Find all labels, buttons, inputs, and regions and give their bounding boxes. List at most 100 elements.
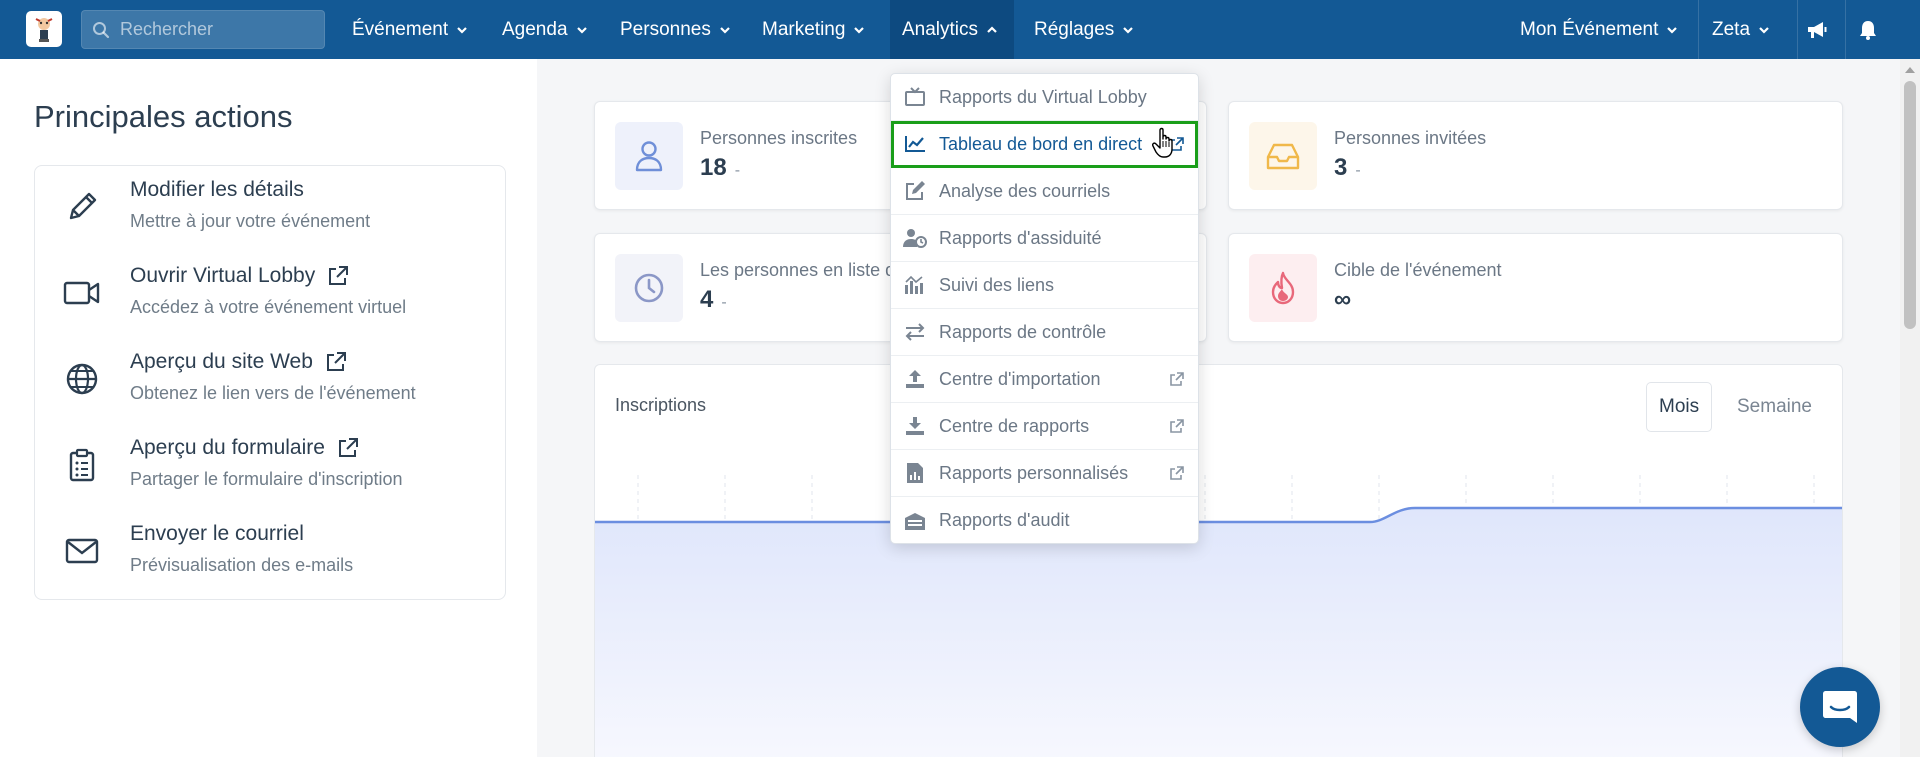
toggle-week[interactable]: Semaine <box>1725 382 1824 432</box>
search-input[interactable] <box>120 19 310 40</box>
menu-item-custom-reports[interactable]: Rapports personnalisés <box>891 450 1198 497</box>
toggle-month[interactable]: Mois <box>1646 382 1713 432</box>
stat-card-target[interactable]: Cible de l'événement ∞ <box>1228 233 1843 342</box>
nav-marketing-label: Marketing <box>762 18 846 40</box>
file-chart-icon <box>903 461 927 485</box>
archive-icon <box>903 509 927 533</box>
chart-area <box>595 508 1842 757</box>
app-logo[interactable] <box>26 11 62 47</box>
action-open-virtual-lobby[interactable]: Ouvrir Virtual Lobby Accédez à votre évé… <box>35 252 505 338</box>
chevron-down-icon <box>576 26 587 34</box>
action-website-preview[interactable]: Aperçu du site Web Obtenez le lien vers … <box>35 338 505 424</box>
page-scrollbar[interactable] <box>1900 59 1920 757</box>
menu-item-reports-center[interactable]: Centre de rapports <box>891 403 1198 450</box>
nav-reglages[interactable]: Réglages <box>1022 0 1146 59</box>
nav-evenement[interactable]: Événement <box>340 0 480 59</box>
event-selector[interactable]: Mon Événement <box>1508 0 1690 59</box>
menu-item-label: Rapports de contrôle <box>939 321 1107 342</box>
stat-value: 18 <box>700 154 727 181</box>
menu-item-audit-reports[interactable]: Rapports d'audit <box>891 497 1198 544</box>
menu-item-label: Rapports d'audit <box>939 510 1070 530</box>
notifications-button[interactable] <box>1848 0 1888 59</box>
nav-analytics[interactable]: Analytics <box>890 0 1014 59</box>
pencil-icon <box>63 188 101 226</box>
dashboard-main: Personnes inscrites 18- Personnes invité… <box>537 59 1900 757</box>
chat-icon <box>1823 691 1857 723</box>
menu-item-label: Tableau de bord en direct <box>939 133 1143 154</box>
external-link-icon <box>1170 372 1184 386</box>
clock-icon <box>615 254 683 322</box>
registrations-chart <box>595 475 1842 757</box>
menu-item-label: Rapports d'assiduité <box>939 227 1102 248</box>
logo-icon <box>35 18 53 42</box>
chevron-down-icon <box>1667 26 1678 34</box>
action-title: Aperçu du site Web <box>130 350 313 373</box>
action-title: Envoyer le courriel <box>130 522 304 545</box>
action-subtitle: Partager le formulaire d'inscription <box>130 469 403 489</box>
video-icon <box>63 274 101 312</box>
tv-icon <box>903 85 927 109</box>
chat-launcher-button[interactable] <box>1800 667 1880 747</box>
chevron-down-icon <box>854 26 865 34</box>
menu-item-control-reports[interactable]: Rapports de contrôle <box>891 309 1198 356</box>
external-link-icon <box>326 352 346 371</box>
chart-bars-icon <box>903 273 927 297</box>
scroll-up-arrow[interactable] <box>1905 67 1915 73</box>
menu-item-link-tracking[interactable]: Suivi des liens <box>891 262 1198 309</box>
stat-delta: - <box>734 162 741 179</box>
search-box[interactable] <box>81 10 325 49</box>
actions-card: Modifier les détails Mettre à jour votre… <box>34 165 506 600</box>
event-selector-label: Mon Événement <box>1520 18 1659 40</box>
stat-delta: - <box>721 294 727 311</box>
main-actions-panel: Principales actions Modifier les détails… <box>0 59 537 757</box>
external-link-icon <box>338 438 358 457</box>
chevron-down-icon <box>457 26 467 34</box>
chart-title: Inscriptions <box>615 395 707 415</box>
nav-agenda-label: Agenda <box>502 18 568 40</box>
chevron-up-icon <box>987 25 997 33</box>
stat-value: 3 <box>1334 154 1348 181</box>
envelope-icon <box>63 532 101 570</box>
registrations-chart-card: Inscriptions Mois Semaine <box>594 364 1843 757</box>
menu-item-attendance-reports[interactable]: Rapports d'assiduité <box>891 215 1198 262</box>
download-icon <box>903 414 927 438</box>
top-navbar: Événement Agenda Personnes Marketing Ana… <box>0 0 1920 59</box>
scroll-thumb[interactable] <box>1904 81 1916 329</box>
nav-marketing[interactable]: Marketing <box>750 0 877 59</box>
stat-label: Personnes invitées <box>1334 128 1487 148</box>
external-link-icon <box>1170 419 1184 433</box>
user-menu[interactable]: Zeta <box>1700 0 1782 59</box>
menu-item-label: Centre d'importation <box>939 368 1101 389</box>
edit-icon <box>903 179 927 203</box>
action-subtitle: Mettre à jour votre événement <box>130 211 371 231</box>
menu-item-import-center[interactable]: Centre d'importation <box>891 356 1198 403</box>
menu-item-email-analysis[interactable]: Analyse des courriels <box>891 168 1198 215</box>
stat-label: Cible de l'événement <box>1334 260 1502 280</box>
action-title: Ouvrir Virtual Lobby <box>130 264 316 287</box>
inbox-icon <box>1249 122 1317 190</box>
nav-divider <box>1698 0 1699 59</box>
chevron-down-icon <box>1123 26 1134 34</box>
stat-value: ∞ <box>1334 286 1352 313</box>
stat-label: Les personnes en liste d' <box>700 260 899 280</box>
nav-personnes[interactable]: Personnes <box>608 0 743 59</box>
fire-icon <box>1249 254 1317 322</box>
nav-analytics-label: Analytics <box>902 18 979 40</box>
nav-personnes-label: Personnes <box>620 18 711 40</box>
megaphone-icon <box>1808 21 1827 38</box>
main-actions-title: Principales actions <box>34 99 293 134</box>
external-link-icon <box>1170 466 1184 480</box>
menu-item-virtual-lobby-reports[interactable]: Rapports du Virtual Lobby <box>891 74 1198 121</box>
action-edit-details[interactable]: Modifier les détails Mettre à jour votre… <box>35 166 505 252</box>
menu-item-label: Suivi des liens <box>939 274 1055 295</box>
stat-card-invited[interactable]: Personnes invitées 3- <box>1228 101 1843 210</box>
action-form-preview[interactable]: Aperçu du formulaire Partager le formula… <box>35 424 505 510</box>
hand-cursor-icon <box>1152 127 1173 158</box>
nav-agenda[interactable]: Agenda <box>490 0 600 59</box>
line-chart-icon <box>903 132 927 156</box>
action-send-email[interactable]: Envoyer le courriel Prévisualisation des… <box>35 510 505 596</box>
announcements-button[interactable] <box>1797 0 1837 59</box>
user-clock-icon <box>903 226 927 250</box>
stat-value: 4 <box>700 286 714 313</box>
action-subtitle: Obtenez le lien vers de l'événement <box>130 383 416 403</box>
